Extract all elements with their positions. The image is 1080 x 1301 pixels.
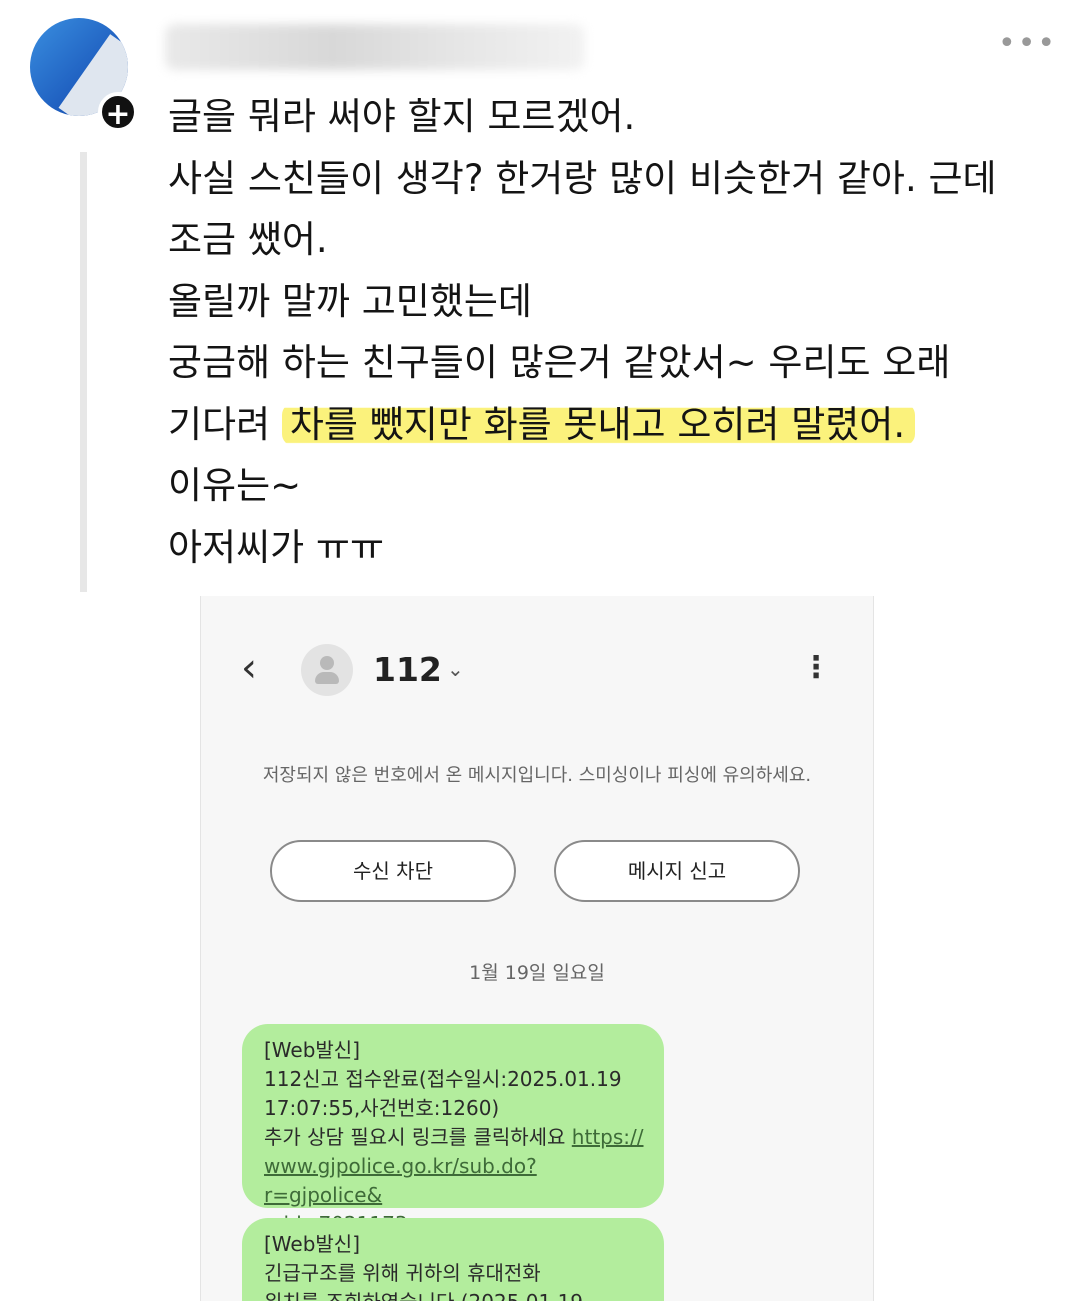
post-line: 조금 쌨어. <box>168 218 328 261</box>
person-head <box>320 656 334 670</box>
message-line: 위치를 조회하였습니다 (2025.01.19 <box>264 1288 646 1301</box>
message-tag: [Web발신] <box>264 1232 361 1256</box>
report-message-button[interactable]: 메시지 신고 <box>554 840 800 902</box>
message-text: 추가 상담 필요시 링크를 클릭하세요 <box>264 1125 566 1149</box>
post-body: 글을 뭐라 써야 할지 모르겠어. 사실 스친들이 생각? 한거랑 많이 비슷한… <box>168 86 1068 578</box>
message-link[interactable]: https:// <box>572 1125 644 1149</box>
post-line: 이유는~ <box>168 464 302 507</box>
post-line-highlighted: 기다려 차를 뺐지만 화를 못내고 오히려 말렸어. <box>168 394 1068 456</box>
thread-line <box>80 152 87 592</box>
person-icon[interactable] <box>301 644 353 696</box>
follow-plus-icon[interactable]: + <box>98 92 138 132</box>
message-bubble: [Web발신] 긴급구조를 위해 귀하의 휴대전화 위치를 조회하였습니다 (2… <box>242 1218 664 1301</box>
highlighted-text: 차를 뺐지만 화를 못내고 오히려 말렸어. <box>281 402 916 446</box>
post-line: 글을 뭐라 써야 할지 모르겠어. <box>168 95 636 138</box>
message-line: 17:07:55,사건번호:1260) <box>264 1096 500 1120</box>
back-arrow-icon[interactable]: ‹ <box>241 648 271 688</box>
message-tag: [Web발신] <box>264 1038 361 1062</box>
post-line: 궁금해 하는 친구들이 많은거 같았서~ 우리도 오래 <box>168 341 951 384</box>
sms-screenshot: ‹ 112 ⌄ ⋮ 저장되지 않은 번호에서 온 메시지입니다. 스미싱이나 피… <box>200 596 874 1301</box>
message-link[interactable]: www.gjpolice.go.kr/sub.do?r=gjpolice& <box>264 1152 646 1210</box>
date-divider: 1월 19일 일요일 <box>469 962 605 984</box>
kebab-menu-icon[interactable]: ⋮ <box>801 648 831 688</box>
spam-notice: 저장되지 않은 번호에서 온 메시지입니다. 스미싱이나 피싱에 유의하세요. <box>262 765 812 786</box>
person-body <box>315 672 339 684</box>
message-line: 긴급구조를 위해 귀하의 휴대전화 <box>264 1261 541 1285</box>
screenshot: + ••• 글을 뭐라 써야 할지 모르겠어. 사실 스친들이 생각? 한거랑 … <box>0 0 1080 1301</box>
highlight-prefix: 기다려 <box>168 402 271 446</box>
more-horizontal-icon[interactable]: ••• <box>998 29 1055 59</box>
blurred-username <box>165 24 585 70</box>
message-bubble: [Web발신] 112신고 접수완료(접수일시:2025.01.19 17:07… <box>242 1024 664 1236</box>
post-line: 아저씨가 ㅠㅠ <box>168 525 385 569</box>
block-sender-button[interactable]: 수신 차단 <box>270 840 516 902</box>
message-line: 추가 상담 필요시 링크를 클릭하세요 https:// <box>264 1123 646 1152</box>
chevron-down-icon[interactable]: ⌄ <box>447 654 469 684</box>
contact-number[interactable]: 112 <box>373 646 442 694</box>
post-line: 사실 스친들이 생각? 한거랑 많이 비슷한거 같아. 근데 <box>168 156 997 200</box>
post-line: 올릴까 말까 고민했는데 <box>168 279 532 323</box>
message-line: 112신고 접수완료(접수일시:2025.01.19 <box>264 1067 622 1091</box>
